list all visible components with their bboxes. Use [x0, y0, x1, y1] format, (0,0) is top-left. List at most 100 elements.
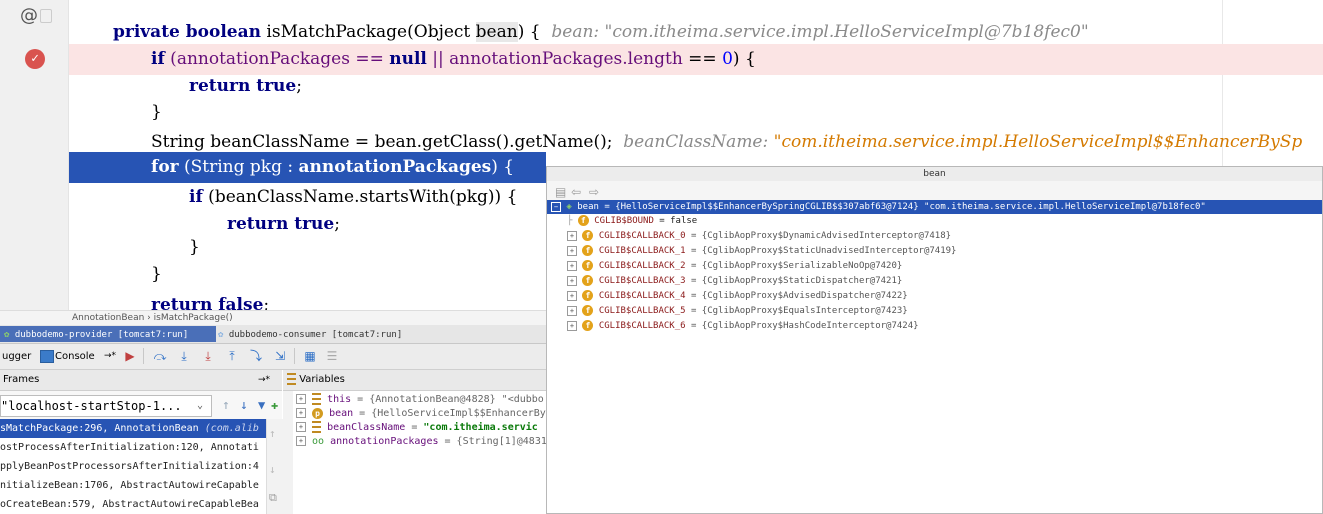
console-icon — [40, 350, 54, 363]
thread-selector-value: "localhost-startStop-1... — [1, 399, 182, 413]
field-icon — [312, 393, 322, 405]
frame-item[interactable]: sMatchPackage:296, AnnotationBean (com.a… — [0, 419, 266, 438]
variable-row[interactable]: + beanClassName = "com.itheima.servic — [296, 421, 546, 435]
drop-frame-icon[interactable]: ⤵ — [248, 348, 264, 364]
popup-field[interactable]: + f CGLIB$CALLBACK_2 = {CglibAopProxy$Se… — [547, 259, 902, 273]
code-keyword: return false — [151, 295, 264, 310]
add-watch-icon[interactable]: ✚ — [271, 398, 278, 412]
field-f-icon: f — [582, 245, 594, 256]
run-tab-provider[interactable]: ✿ dubbodemo-provider [tomcat7:run] — [0, 326, 216, 342]
code-line[interactable]: } — [69, 97, 1323, 128]
pin-arrow-icon[interactable]: →* — [104, 344, 116, 369]
field-f-icon: f — [582, 290, 594, 301]
variables-icon — [287, 373, 296, 385]
thread-selector[interactable]: "localhost-startStop-1... ⌄ — [0, 395, 212, 417]
down-arrow-icon[interactable]: ↓ — [240, 398, 248, 413]
inline-value-hint: beanClassName: "com.itheima.service.impl… — [623, 132, 1303, 152]
breadcrumb-method[interactable]: isMatchPackage() — [154, 313, 233, 323]
run-tab-label: dubbodemo-provider [tomcat7:run] — [14, 330, 189, 340]
variable-row[interactable]: + oo annotationPackages = {String[1]@483… — [296, 435, 546, 449]
tab-console[interactable]: Console — [55, 344, 95, 369]
variables-sidebar — [283, 391, 293, 514]
frame-item[interactable]: ostProcessAfterInitialization:120, Annot… — [0, 438, 266, 457]
tab-debugger[interactable]: ugger — [2, 344, 31, 369]
parameter-icon: p — [312, 407, 324, 419]
fold-marker-icon[interactable] — [40, 9, 52, 23]
up-icon[interactable]: ↑ — [269, 427, 276, 440]
copy-icon[interactable]: ⧉ — [269, 491, 277, 505]
run-tabs-bar: ✿ dubbodemo-provider [tomcat7:run] ✿ dub… — [0, 325, 546, 344]
field-f-icon: f — [582, 305, 594, 316]
evaluate-expression-icon[interactable]: ▦ — [302, 348, 318, 364]
variables-title: Variables — [299, 374, 345, 385]
tomcat-icon: ✿ — [4, 330, 10, 340]
code-keyword: null — [389, 49, 427, 69]
popup-field[interactable]: + f CGLIB$CALLBACK_6 = {CglibAopProxy$Ha… — [547, 319, 919, 333]
popup-field[interactable]: ├ f CGLIB$BOUND = false — [547, 214, 697, 228]
code-keyword: return true — [227, 214, 335, 234]
code-text: (beanClassName.startsWith(pkg)) { — [202, 187, 518, 207]
code-line[interactable]: } — [69, 259, 546, 290]
code-text: } — [189, 237, 200, 257]
run-tab-consumer[interactable]: ✿ dubbodemo-consumer [tomcat7:run] — [214, 326, 412, 342]
code-keyword: if — [189, 187, 203, 207]
code-text: } — [151, 102, 162, 122]
variable-row[interactable]: + p bean = {HelloServiceImpl$$EnhancerBy… — [296, 407, 546, 421]
popup-field[interactable]: + f CGLIB$CALLBACK_1 = {CglibAopProxy$St… — [547, 244, 956, 258]
code-text: ; — [296, 76, 302, 96]
show-execution-point-icon[interactable]: ▶ — [122, 348, 138, 364]
override-at-icon[interactable]: @ — [20, 5, 38, 26]
code-keyword: return true — [189, 76, 297, 96]
code-text: ; — [334, 214, 340, 234]
code-keyword: for — [151, 157, 179, 177]
code-field: annotationPackages — [298, 157, 492, 177]
field-f-icon: f — [582, 230, 594, 241]
code-keyword: if — [151, 49, 165, 69]
pin-arrow-icon[interactable]: →* — [258, 370, 270, 390]
variables-header: Variables — [283, 370, 546, 391]
code-text: (annotationPackages == — [164, 49, 390, 69]
popup-field[interactable]: + f CGLIB$CALLBACK_5 = {CglibAopProxy$Eq… — [547, 304, 908, 318]
variable-row[interactable]: + this = {AnnotationBean@4828} "<dubbo:a — [296, 393, 546, 407]
popup-field[interactable]: + f CGLIB$CALLBACK_0 = {CglibAopProxy$Dy… — [547, 229, 951, 243]
down-icon[interactable]: ↓ — [269, 463, 276, 476]
code-text: ) { — [732, 49, 756, 69]
breadcrumb-separator: › — [147, 313, 151, 323]
step-over-icon[interactable]: ⤼ — [152, 348, 168, 364]
step-into-icon[interactable]: ⤓ — [176, 348, 192, 364]
run-tab-label: dubbodemo-consumer [tomcat7:run] — [228, 330, 403, 340]
object-icon: ◈ — [566, 202, 572, 212]
frame-item[interactable]: pplyBeanPostProcessorsAfterInitializatio… — [0, 457, 266, 476]
code-text: || annotationPackages. — [426, 49, 628, 69]
toolbar-divider — [294, 348, 295, 364]
code-param: bean — [475, 22, 518, 42]
filter-icon[interactable]: ▼ — [258, 398, 265, 412]
frames-list: sMatchPackage:296, AnnotationBean (com.a… — [0, 419, 266, 514]
field-icon — [312, 421, 322, 433]
step-out-icon[interactable]: ⤒ — [224, 348, 240, 364]
force-step-into-icon[interactable]: ⤓ — [200, 348, 216, 364]
up-arrow-icon[interactable]: ↑ — [222, 398, 230, 413]
code-line-current[interactable]: for (String pkg : annotationPackages) { — [69, 152, 546, 183]
frame-item[interactable]: oCreateBean:579, AbstractAutowireCapable… — [0, 495, 266, 514]
popup-field[interactable]: + f CGLIB$CALLBACK_4 = {CglibAopProxy$Ad… — [547, 289, 908, 303]
code-text: ; — [263, 295, 270, 310]
code-text: ) { — [491, 157, 515, 177]
inspect-popup[interactable]: bean ▤ ⇦ ⇨ − ◈ bean = {HelloServiceImpl$… — [546, 166, 1323, 514]
frame-item[interactable]: nitializeBean:1706, AbstractAutowireCapa… — [0, 476, 266, 495]
breakpoint-icon[interactable]: ✓ — [25, 49, 45, 69]
trace-icon[interactable]: ☰ — [324, 348, 340, 364]
popup-root-node[interactable]: − ◈ bean = {HelloServiceImpl$$EnhancerBy… — [547, 200, 1322, 214]
code-keyword: private boolean — [113, 22, 261, 42]
code-text: String beanClassName = bean.getClass().g… — [151, 132, 613, 152]
breadcrumb-class[interactable]: AnnotationBean — [0, 313, 144, 323]
chevron-down-icon: ⌄ — [197, 400, 204, 411]
run-to-cursor-icon[interactable]: ⇲ — [272, 348, 288, 364]
code-field: length — [627, 49, 683, 69]
field-f-icon: f — [582, 275, 594, 286]
editor-gutter[interactable] — [0, 0, 69, 310]
code-text: == — [682, 49, 723, 69]
popup-field[interactable]: + f CGLIB$CALLBACK_3 = {CglibAopProxy$St… — [547, 274, 902, 288]
code-text: ) { — [517, 22, 541, 42]
code-line[interactable]: return false; — [69, 290, 546, 310]
